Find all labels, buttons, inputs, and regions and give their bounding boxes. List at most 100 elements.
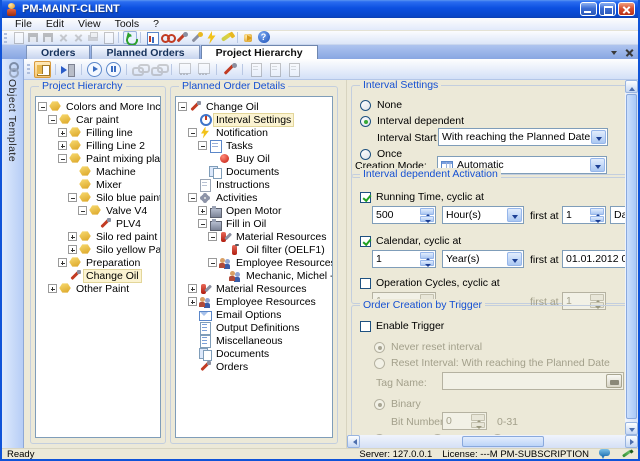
delete-all-icon[interactable] [71, 31, 85, 44]
tree-item[interactable]: Material Resources [176, 230, 332, 243]
tree-item[interactable]: Change Oil [36, 269, 160, 282]
calendar-checkbox[interactable] [360, 236, 371, 247]
chevron-down-icon[interactable] [590, 158, 605, 172]
chevron-down-icon[interactable] [591, 130, 606, 144]
new-icon[interactable] [11, 31, 25, 44]
tree-item[interactable]: Silo blue paint [36, 191, 160, 204]
interval-start-select[interactable]: With reaching the Planned Date [438, 128, 608, 146]
expand-icon[interactable] [68, 245, 77, 254]
tools-icon[interactable] [175, 31, 189, 44]
menu-help[interactable]: ? [146, 18, 166, 30]
tree-item[interactable]: Material Resources [176, 282, 332, 295]
expand-icon[interactable] [48, 284, 57, 293]
link-icon[interactable] [131, 61, 148, 78]
spinner-buttons[interactable] [420, 208, 434, 222]
flashlight-icon[interactable] [220, 31, 234, 44]
expand-icon[interactable] [198, 206, 207, 215]
tree-item[interactable]: Filling Line 2 [36, 139, 160, 152]
tree-item[interactable]: Fill in Oil [176, 217, 332, 230]
menu-file[interactable]: File [8, 18, 39, 30]
tree-item[interactable]: Instructions [176, 178, 332, 191]
scroll-up-button[interactable] [625, 80, 638, 93]
horizontal-scrollbar[interactable] [347, 435, 638, 448]
collapse-icon[interactable] [198, 141, 207, 150]
expand-icon[interactable] [58, 141, 67, 150]
tree-item[interactable]: Output Definitions [176, 321, 332, 334]
expand-icon[interactable] [188, 284, 197, 293]
order-wrench-icon[interactable] [221, 61, 238, 78]
chevron-down-icon[interactable] [507, 208, 522, 222]
tab-orders[interactable]: Orders [26, 45, 90, 59]
menu-view[interactable]: View [71, 18, 108, 30]
collapse-icon[interactable] [178, 102, 187, 111]
start-icon[interactable] [86, 61, 103, 78]
radio-once[interactable] [360, 149, 371, 160]
unlink-icon[interactable] [150, 61, 167, 78]
lightning-icon[interactable] [205, 31, 219, 44]
calendar-first-input[interactable]: 01.01.2012 00:59 [562, 250, 625, 268]
collapse-icon[interactable] [188, 193, 197, 202]
scroll-down-button[interactable] [625, 422, 638, 435]
vertical-scroll-thumb[interactable] [626, 94, 637, 419]
report3-icon[interactable] [285, 61, 302, 78]
running-time-checkbox[interactable] [360, 192, 371, 203]
tree-item[interactable]: Open Motor [176, 204, 332, 217]
expand-icon[interactable] [58, 258, 67, 267]
tree-item[interactable]: Email Options [176, 308, 332, 321]
running-value-spinner[interactable]: 500 [372, 206, 436, 224]
find-icon[interactable] [160, 31, 174, 44]
tree-item[interactable]: Oil filter (OELF1) [176, 243, 332, 256]
tree-item[interactable]: Machine [36, 165, 160, 178]
expand-icon[interactable] [188, 297, 197, 306]
tree-item[interactable]: Employee Resources [176, 256, 332, 269]
collapse-icon[interactable] [48, 115, 57, 124]
collapse-icon[interactable] [208, 258, 217, 267]
collapse-icon[interactable] [188, 128, 197, 137]
collapse-icon[interactable] [208, 232, 217, 241]
tree-item[interactable]: Other Paint [36, 282, 160, 295]
menu-tools[interactable]: Tools [108, 18, 147, 30]
collapse-icon[interactable] [78, 206, 87, 215]
tree-item[interactable]: Colors and More Inc. [36, 100, 160, 113]
tab-planned-orders[interactable]: Planned Orders [91, 45, 199, 59]
tree-item[interactable]: Valve V4 [36, 204, 160, 217]
chart-icon[interactable] [145, 31, 159, 44]
tree-item[interactable]: Paint mixing plant [36, 152, 160, 165]
tree-item[interactable]: Car paint [36, 113, 160, 126]
tree-item[interactable]: Employee Resources [176, 295, 332, 308]
pause-icon[interactable] [105, 61, 122, 78]
collapse-icon[interactable] [38, 102, 47, 111]
vertical-scrollbar[interactable] [625, 80, 638, 435]
close-button[interactable] [618, 2, 635, 16]
restore-button[interactable] [599, 2, 616, 16]
tree-item[interactable]: Change Oil [176, 100, 332, 113]
tree-item[interactable]: Documents [176, 347, 332, 360]
tree-item[interactable]: Tasks [176, 139, 332, 152]
onc-grid-icon[interactable] [195, 61, 212, 78]
document-icon[interactable] [101, 31, 115, 44]
goto-icon[interactable] [60, 61, 77, 78]
tab-list-dropdown-icon[interactable] [610, 48, 619, 57]
radio-interval-dependent[interactable] [360, 116, 371, 127]
occ-grid-icon[interactable] [176, 61, 193, 78]
spinner-buttons[interactable] [420, 252, 434, 266]
refresh-icon[interactable] [123, 31, 137, 44]
panel-toggle-icon[interactable] [34, 61, 51, 78]
calendar-unit-select[interactable]: Year(s) [442, 250, 524, 268]
running-first-unit-select[interactable]: Day(s) [610, 206, 625, 224]
toolbar-grip[interactable] [27, 64, 30, 74]
delete-icon[interactable] [56, 31, 70, 44]
tree-item[interactable]: Preparation [36, 256, 160, 269]
scroll-left-button[interactable] [347, 435, 360, 448]
toolbar-grip[interactable] [4, 33, 7, 43]
tab-project-hierarchy[interactable]: Project Hierarchy [201, 45, 318, 59]
wrench-icon[interactable] [190, 31, 204, 44]
collapse-icon[interactable] [58, 154, 67, 163]
running-unit-select[interactable]: Hour(s) [442, 206, 524, 224]
enable-trigger-checkbox[interactable] [360, 321, 371, 332]
tree-item[interactable]: Activities [176, 191, 332, 204]
tree-item[interactable]: Silo yellow Paint [36, 243, 160, 256]
panel-splitter[interactable] [338, 80, 347, 448]
save-icon[interactable] [26, 31, 40, 44]
tree-item[interactable]: Notification [176, 126, 332, 139]
